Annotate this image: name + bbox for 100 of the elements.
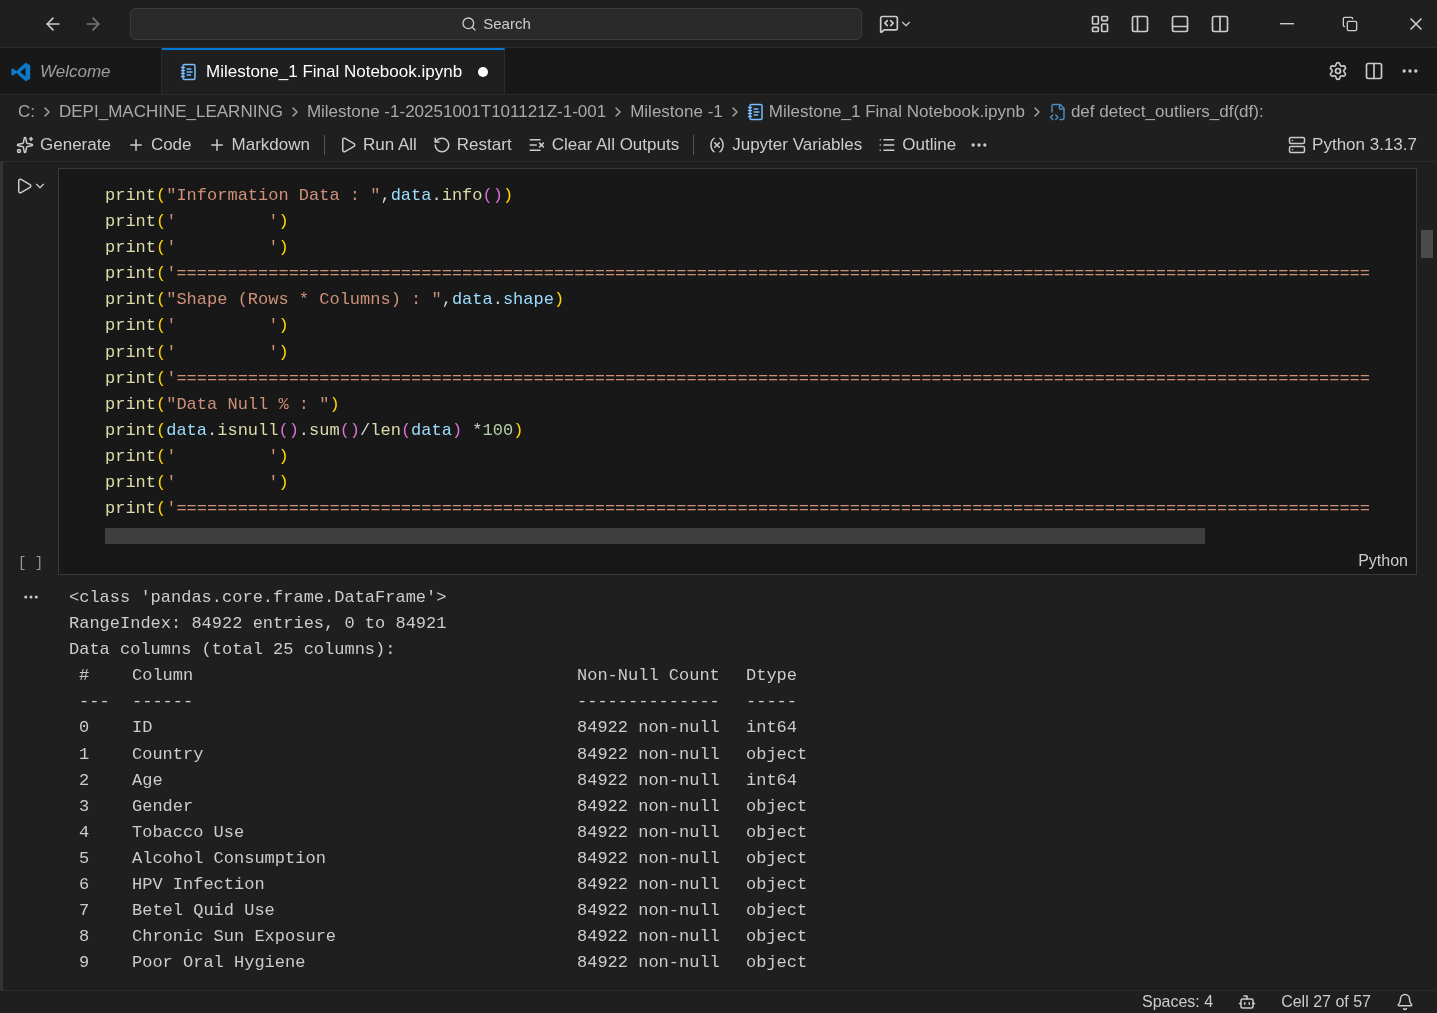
table-cell-text: Tobacco Use xyxy=(132,821,246,844)
indentation-status[interactable]: Spaces: 4 xyxy=(1142,993,1214,1011)
table-header: # xyxy=(79,665,91,688)
table-cell-text: 84922 non-null xyxy=(577,926,721,949)
toolbar-button[interactable]: Markdown xyxy=(201,132,316,157)
scrollbar-thumb[interactable] xyxy=(1421,230,1433,258)
restart-icon xyxy=(432,135,451,154)
code-line: print('===================================================================================================================== xyxy=(105,263,1371,286)
table-cell-text: 0 xyxy=(79,717,91,740)
code-line: print('===================================================================================================================== xyxy=(105,498,1371,521)
code-line: print(data.isnull().sum()/len(data) *100) xyxy=(105,419,525,442)
notebook-icon xyxy=(746,102,765,121)
code-cell[interactable] xyxy=(58,168,1417,575)
minimize-icon xyxy=(1280,22,1294,25)
code-line: print("Data Null % : ") xyxy=(105,393,341,416)
table-cell-text: 84922 non-null xyxy=(577,874,721,897)
output-line: RangeIndex: 84922 entries, 0 to 84921 xyxy=(69,613,448,636)
table-cell-text: object xyxy=(746,926,809,949)
toolbar-button[interactable]: Code xyxy=(120,132,198,157)
table-cell-text: 9 xyxy=(79,952,91,975)
table-cell-text: int64 xyxy=(746,717,798,740)
toolbar-button[interactable]: Generate xyxy=(10,132,117,157)
editor-tab[interactable]: Milestone_1 Final Notebook.ipynb xyxy=(162,48,506,94)
table-cell-text: 6 xyxy=(79,874,91,897)
table-header: Column xyxy=(132,665,195,688)
table-header: Dtype xyxy=(746,665,798,688)
table-rule: ------ xyxy=(132,691,195,714)
execution-count: [ ] xyxy=(17,555,44,571)
breadcrumb-item[interactable]: Milestone_1 Final Notebook.ipynb xyxy=(768,101,1025,122)
toolbar-button[interactable]: Run All xyxy=(332,132,423,157)
breadcrumb-item[interactable]: Milestone -1-20251001T101121Z-1-001 xyxy=(306,101,607,122)
table-cell-text: object xyxy=(746,874,809,897)
table-cell-text: 84922 non-null xyxy=(577,847,721,870)
table-rule: -------------- xyxy=(577,691,721,714)
cell-position-status[interactable]: Cell 27 of 57 xyxy=(1281,993,1371,1011)
toolbar-button[interactable]: Jupyter Variables xyxy=(702,132,869,157)
table-cell-text: 2 xyxy=(79,769,91,792)
code-line: print(' ') xyxy=(105,237,290,260)
table-cell-text: Poor Oral Hygiene xyxy=(132,952,307,975)
table-cell-text: int64 xyxy=(746,769,798,792)
table-cell-text: 84922 non-null xyxy=(577,717,721,740)
table-cell-text: 84922 non-null xyxy=(577,952,721,975)
notebook-icon xyxy=(180,63,198,81)
toolbar-button[interactable]: Restart xyxy=(426,132,518,157)
toolbar-button[interactable]: Clear All Outputs xyxy=(521,132,686,157)
restore-icon xyxy=(1342,15,1358,32)
table-cell-text: Gender xyxy=(132,795,195,818)
table-cell-text: object xyxy=(746,795,809,818)
table-cell-text: object xyxy=(746,847,809,870)
code-line: print("Shape (Rows * Columns) : ",data.shape) xyxy=(105,289,566,312)
table-cell-text: ID xyxy=(132,717,154,740)
chat-icon xyxy=(879,13,899,34)
kernel-button[interactable]: Python 3.13.7 xyxy=(1282,132,1423,157)
breadcrumb-item[interactable]: C: xyxy=(18,101,35,122)
search-button[interactable]: Search xyxy=(130,7,862,40)
table-cell-text: Chronic Sun Exposure xyxy=(132,926,338,949)
code-line: print(' ') xyxy=(105,315,290,338)
output-line: Data columns (total 25 columns): xyxy=(69,639,397,662)
table-cell-text: 84922 non-null xyxy=(577,769,721,792)
breadcrumb-item[interactable]: Milestone -1 xyxy=(630,101,723,122)
table-cell-text: HPV Infection xyxy=(132,874,266,897)
output-line: <class 'pandas.core.frame.DataFrame'> xyxy=(69,587,448,609)
table-cell-text: 84922 non-null xyxy=(577,743,721,766)
table-cell-text: 8 xyxy=(79,926,91,949)
table-cell-text: 5 xyxy=(79,847,91,870)
code-line: print(' ') xyxy=(105,445,290,468)
horizontal-scrollbar[interactable] xyxy=(105,528,1205,545)
table-rule: --- xyxy=(79,691,111,714)
table-cell-text: Alcohol Consumption xyxy=(132,847,327,870)
table-cell-text: 1 xyxy=(79,743,91,766)
table-cell-text: object xyxy=(746,743,809,766)
table-cell-text: 84922 non-null xyxy=(577,900,721,923)
cell-language[interactable]: Python xyxy=(1358,552,1408,570)
editor-logo-icon xyxy=(10,61,32,83)
kernel-icon xyxy=(1288,135,1307,154)
table-cell-text: 84922 non-null xyxy=(577,821,721,844)
python-icon xyxy=(1048,102,1067,121)
table-cell-text: object xyxy=(746,952,809,975)
breadcrumb-item[interactable]: def detect_outliers_df(df): xyxy=(1070,101,1264,122)
table-cell-text: 7 xyxy=(79,900,91,923)
search-icon xyxy=(461,15,478,32)
code-line: print('===================================================================================================================== xyxy=(105,367,1371,390)
table-cell-text: 3 xyxy=(79,795,91,818)
code-line: print(' ') xyxy=(105,472,290,495)
table-cell-text: 84922 non-null xyxy=(577,795,721,818)
code-line: print(' ') xyxy=(105,341,290,364)
table-header: Non-Null Count xyxy=(577,665,721,688)
table-cell-text: Country xyxy=(132,743,205,766)
code-line: print("Information Data : ",data.info()) xyxy=(105,185,515,207)
table-cell-text: object xyxy=(746,900,809,923)
table-cell-text: Age xyxy=(132,769,164,792)
sparkle-icon xyxy=(16,135,34,154)
code-line: print(' ') xyxy=(105,211,290,234)
table-cell-text: 4 xyxy=(79,821,91,844)
toolbar-button[interactable]: Outline xyxy=(872,132,963,157)
variables-icon xyxy=(708,135,727,154)
table-rule: ----- xyxy=(746,691,798,714)
table-cell-text: Betel Quid Use xyxy=(132,900,276,923)
table-cell-text: object xyxy=(746,821,809,844)
breadcrumb-item[interactable]: DEPI_MACHINE_LEARNING xyxy=(59,101,283,122)
